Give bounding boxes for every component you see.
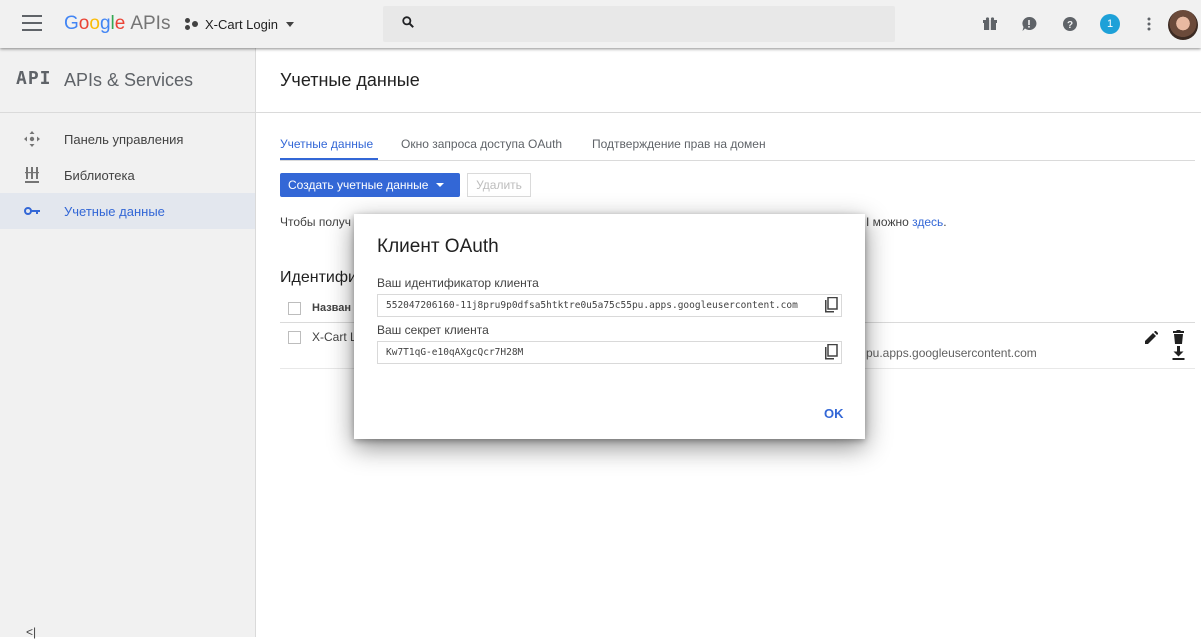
- client-id-field[interactable]: 552047206160-11j8pru9p0dfsa5htktre0u5a75…: [377, 294, 842, 317]
- client-secret-label: Ваш секрет клиента: [377, 323, 489, 337]
- oauth-client-dialog: Клиент OAuth Ваш идентификатор клиента 5…: [354, 214, 865, 439]
- client-id-value: 552047206160-11j8pru9p0dfsa5htktre0u5a75…: [386, 300, 798, 311]
- client-secret-value: Kw7T1qG-e10qAXgcQcr7H28M: [386, 347, 524, 358]
- dialog-title: Клиент OAuth: [377, 236, 499, 257]
- client-secret-field[interactable]: Kw7T1qG-e10qAXgcQcr7H28M: [377, 341, 842, 364]
- copy-client-secret-icon[interactable]: [824, 344, 838, 360]
- ok-button[interactable]: OK: [824, 406, 844, 421]
- client-id-label: Ваш идентификатор клиента: [377, 276, 539, 290]
- copy-client-id-icon[interactable]: [824, 297, 838, 313]
